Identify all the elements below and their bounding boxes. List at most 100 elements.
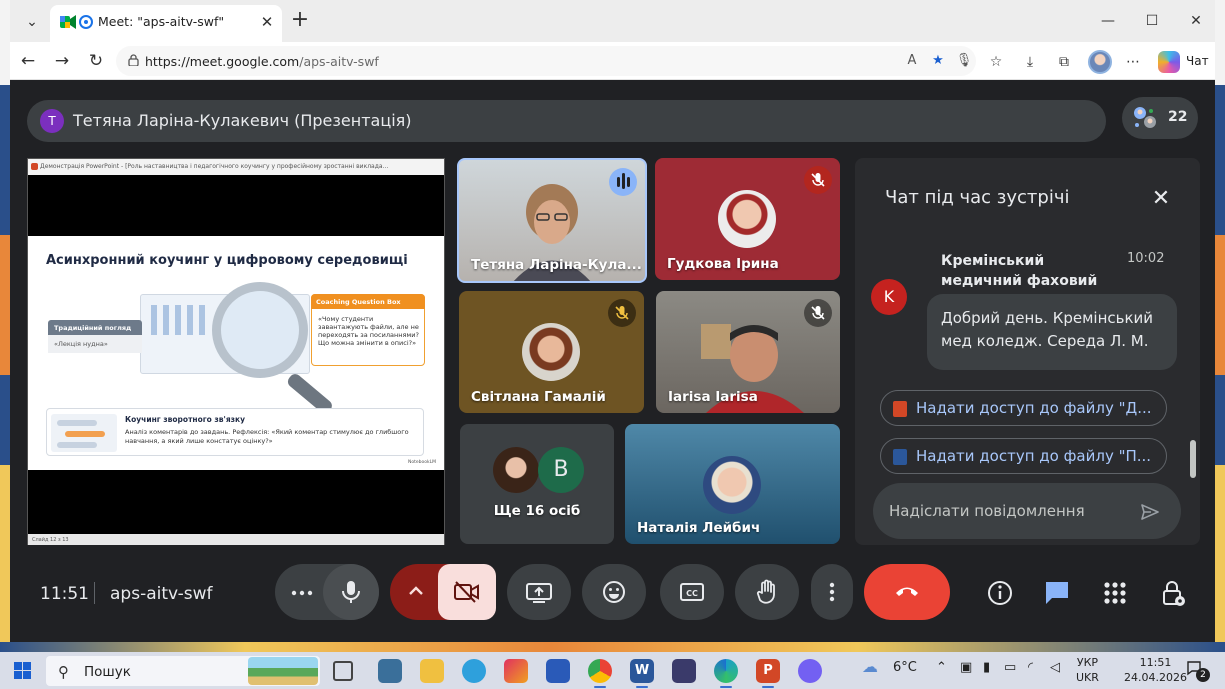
- taskbar-search[interactable]: ⚲ Пошук: [46, 656, 320, 686]
- file-share-chip[interactable]: Надати доступ до файлу "П...: [880, 438, 1167, 474]
- sender-avatar: K: [871, 279, 907, 315]
- video-controls: [390, 564, 496, 620]
- wifi-icon[interactable]: ◜: [1028, 660, 1033, 675]
- chevron-up-icon[interactable]: [408, 584, 424, 598]
- forward-button[interactable]: →: [48, 48, 76, 74]
- volume-icon[interactable]: ◁: [1050, 660, 1060, 675]
- weather-icon[interactable]: ☁: [862, 657, 878, 676]
- microphone-button[interactable]: [323, 564, 379, 620]
- windows-taskbar: ⚲ Пошук W P ☁ 6°C ⌃ ▣ ▮ ▭ ◜ ◁ УКР UKR 11…: [0, 652, 1225, 689]
- powerpoint-app-icon[interactable]: P: [756, 659, 780, 688]
- new-tab-button[interactable]: +: [286, 8, 314, 34]
- slide-status: Слайд 12 з 13: [28, 534, 444, 545]
- file-share-chip[interactable]: Надати доступ до файлу "Д...: [880, 390, 1167, 426]
- browser-window: ⌄ Meet: "aps-aitv-swf" ✕ + — ☐ ✕ ← → ↻ h: [10, 0, 1215, 642]
- photos-icon[interactable]: [546, 659, 570, 683]
- more-participants-label: Ще 16 осіб: [493, 503, 581, 519]
- tab-close-icon[interactable]: ✕: [256, 11, 278, 33]
- more-menu-icon[interactable]: ⋯: [1122, 51, 1144, 73]
- participant-tile[interactable]: Наталія Лейбич: [625, 424, 840, 544]
- participant-tile[interactable]: Гудкова Ірина: [655, 158, 840, 280]
- calculator-icon[interactable]: [378, 659, 402, 683]
- people-button[interactable]: 22: [1122, 97, 1198, 139]
- host-controls-icon[interactable]: [1158, 578, 1188, 608]
- screenshot-icon[interactable]: ⧉: [1053, 51, 1075, 73]
- telegram-icon[interactable]: [462, 659, 486, 683]
- more-participants-tile[interactable]: В Ще 16 осіб: [460, 424, 614, 544]
- maximize-button[interactable]: ☐: [1132, 8, 1172, 34]
- reactions-button[interactable]: [582, 564, 646, 620]
- copilot-icon: [1158, 51, 1180, 73]
- input-language[interactable]: УКР UKR: [1076, 655, 1099, 685]
- camera-off-button[interactable]: [438, 564, 496, 620]
- back-button[interactable]: ←: [14, 48, 42, 74]
- downloads-icon[interactable]: ⤓: [1019, 51, 1041, 73]
- taskbar-clock[interactable]: 11:51 24.04.2026: [1124, 655, 1187, 685]
- presenter-title: Тетяна Ларіна-Кулакевич (Презентація): [73, 111, 412, 130]
- captions-icon: CC: [680, 583, 704, 601]
- url-bar[interactable]: https://meet.google.com/aps-aitv-swf A ★…: [116, 46, 976, 76]
- more-options-button[interactable]: [811, 564, 853, 620]
- captions-button[interactable]: CC: [660, 564, 724, 620]
- meeting-clock: 11:51: [40, 584, 89, 604]
- chat-scrollbar[interactable]: [1190, 440, 1196, 478]
- chevron-up-tray-icon[interactable]: ⌃: [936, 660, 947, 675]
- activities-icon[interactable]: [1100, 578, 1130, 608]
- message-composer: [873, 483, 1181, 539]
- microphone-tray-icon[interactable]: ▮: [983, 660, 990, 675]
- audio-controls: [275, 564, 379, 620]
- microphone-icon[interactable]: 🎙: [953, 51, 975, 71]
- notification-count: 2: [1196, 668, 1210, 682]
- read-aloud-icon[interactable]: A: [901, 51, 923, 71]
- tab-list-button[interactable]: ⌄: [18, 9, 46, 35]
- meet-tray-icon[interactable]: ▣: [960, 660, 972, 675]
- more-vert-icon: [829, 582, 835, 602]
- word-file-icon: [893, 449, 907, 465]
- tab-meet[interactable]: Meet: "aps-aitv-swf" ✕: [50, 5, 282, 42]
- close-chat-icon[interactable]: ✕: [1147, 185, 1175, 213]
- edge-icon[interactable]: [714, 659, 738, 688]
- favorites-icon[interactable]: ☆: [985, 51, 1007, 73]
- word-icon[interactable]: W: [630, 659, 654, 688]
- paint-icon[interactable]: [504, 659, 528, 683]
- chrome-icon[interactable]: [588, 659, 612, 688]
- mic-off-icon: [804, 166, 832, 194]
- search-label: Пошук: [84, 664, 131, 680]
- meeting-info-icon[interactable]: [985, 578, 1015, 608]
- task-view-icon[interactable]: [333, 661, 353, 681]
- microphone-icon: [342, 581, 360, 603]
- minimize-button[interactable]: —: [1088, 8, 1128, 34]
- windows-start-icon[interactable]: [14, 662, 31, 679]
- viber-icon[interactable]: [798, 659, 822, 683]
- message-input[interactable]: [889, 499, 1129, 523]
- emoji-icon: [603, 581, 625, 603]
- present-screen-button[interactable]: [507, 564, 571, 620]
- raise-hand-button[interactable]: [735, 564, 799, 620]
- leave-call-button[interactable]: [864, 564, 950, 620]
- file-explorer-icon[interactable]: [420, 659, 444, 683]
- favorite-star-icon[interactable]: ★: [927, 51, 949, 71]
- svg-text:CC: CC: [686, 589, 698, 598]
- chat-icon[interactable]: [1042, 578, 1072, 608]
- message-bubble: Добрий день. Кремінський мед коледж. Сер…: [927, 294, 1177, 370]
- powerpoint-file-icon: [893, 401, 907, 417]
- copilot-button[interactable]: Чат: [1158, 50, 1212, 74]
- close-window-button[interactable]: ✕: [1176, 8, 1216, 34]
- notifications-button[interactable]: 2: [1186, 660, 1210, 682]
- recording-indicator-icon: [79, 15, 93, 29]
- slide: Асинхронний коучинг у цифровому середови…: [28, 236, 444, 470]
- send-icon[interactable]: [1139, 501, 1161, 523]
- profile-avatar[interactable]: [1088, 50, 1112, 74]
- weather-temp[interactable]: 6°C: [893, 660, 917, 675]
- save-disk-icon[interactable]: [672, 659, 696, 683]
- participant-tile[interactable]: Тетяна Ларіна-Кула...: [457, 158, 647, 283]
- audio-options-icon[interactable]: [291, 590, 313, 596]
- participant-tile[interactable]: Iarisa Iarisa: [656, 291, 840, 413]
- file-share-label: Надати доступ до файлу "П...: [916, 447, 1152, 465]
- url-text: https://meet.google.com/aps-aitv-swf: [145, 54, 379, 69]
- participant-tile[interactable]: Світлана Гамалій: [459, 291, 644, 413]
- refresh-button[interactable]: ↻: [82, 48, 110, 74]
- copilot-label: Чат: [1186, 54, 1209, 68]
- battery-icon[interactable]: ▭: [1004, 660, 1016, 675]
- tab-title: Meet: "aps-aitv-swf": [98, 14, 225, 29]
